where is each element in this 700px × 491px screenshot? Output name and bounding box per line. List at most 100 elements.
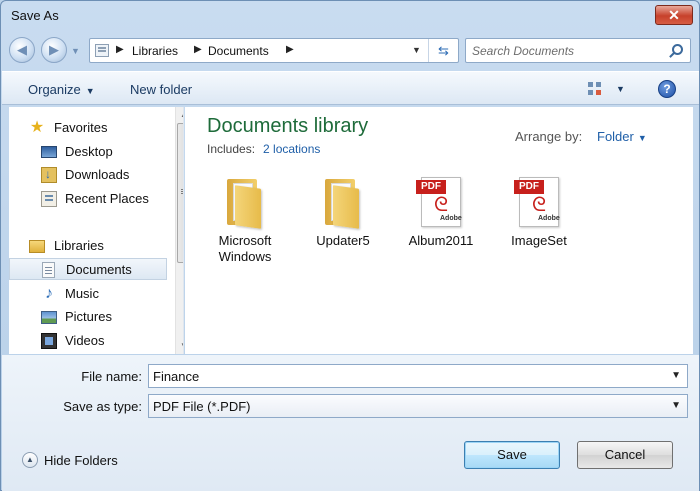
- save-form: File name: ▼ Save as type: PDF File (*.P…: [2, 355, 699, 491]
- includes-label: Includes:: [207, 142, 256, 156]
- file-item-label: Updater5: [316, 233, 370, 248]
- file-name-label: File name:: [81, 369, 142, 384]
- breadcrumb-documents[interactable]: Documents: [208, 44, 269, 58]
- nav-documents-label: Documents: [66, 262, 132, 277]
- scroll-down-icon[interactable]: ▼: [176, 338, 183, 354]
- cancel-button[interactable]: Cancel: [577, 441, 673, 469]
- location-icon: [95, 44, 109, 57]
- view-options-dropdown-icon[interactable]: ▼: [616, 84, 625, 94]
- navigation-pane: ★ Favorites Desktop Downloads Recent Pla…: [9, 107, 184, 354]
- music-icon: ♪: [45, 285, 53, 302]
- nav-downloads[interactable]: Downloads: [9, 164, 167, 186]
- nav-favorites-label: Favorites: [54, 120, 108, 135]
- nav-documents[interactable]: Documents: [9, 258, 167, 280]
- folder-icon: [227, 179, 263, 229]
- nav-libraries[interactable]: Libraries: [9, 235, 167, 257]
- address-row: ◀ ▶ ▼ ▶ Libraries ▶ Documents ▶ ▼ ⇆: [1, 33, 699, 67]
- change-view-icon[interactable]: [588, 82, 602, 96]
- save-button[interactable]: Save: [464, 441, 560, 469]
- adobe-logo-icon: ᘓ: [433, 194, 449, 216]
- file-item[interactable]: PDF ᘓ Adobe Album2011: [399, 177, 483, 277]
- file-item[interactable]: Microsoft Windows: [203, 177, 287, 277]
- folder-icon: [325, 179, 361, 229]
- arrange-by-dropdown[interactable]: Folder ▼: [597, 129, 647, 144]
- desktop-icon: [41, 146, 57, 158]
- file-item[interactable]: PDF ᘓ Adobe ImageSet: [497, 177, 581, 277]
- search-icon[interactable]: [672, 44, 683, 55]
- chevron-down-icon: ▼: [671, 400, 681, 411]
- documents-icon: [42, 262, 55, 278]
- nav-favorites[interactable]: ★ Favorites: [9, 117, 167, 139]
- nav-recent-places-label: Recent Places: [65, 191, 149, 206]
- search-box[interactable]: [465, 38, 691, 63]
- nav-pictures[interactable]: Pictures: [9, 306, 167, 328]
- chevron-down-icon: ▼: [637, 133, 647, 143]
- recent-locations-dropdown-icon[interactable]: ▼: [71, 46, 80, 56]
- file-name-input[interactable]: [153, 368, 653, 385]
- back-arrow-icon: ◀: [17, 42, 27, 57]
- file-list-pane: Documents library Includes: 2 locations A…: [185, 107, 693, 354]
- nav-videos[interactable]: Videos: [9, 330, 167, 352]
- save-as-type-label: Save as type:: [63, 399, 142, 414]
- nav-desktop[interactable]: Desktop: [9, 141, 167, 163]
- title-bar: Save As ✕: [1, 1, 699, 31]
- save-as-type-select[interactable]: PDF File (*.PDF) ▼: [148, 394, 688, 418]
- pdf-icon: PDF ᘓ Adobe: [416, 177, 462, 227]
- breadcrumb-chevron-icon[interactable]: ▶: [286, 44, 294, 55]
- nav-downloads-label: Downloads: [65, 167, 130, 182]
- arrange-by-value: Folder: [597, 129, 634, 144]
- locations-link[interactable]: 2 locations: [263, 142, 320, 156]
- address-bar[interactable]: ▶ Libraries ▶ Documents ▶ ▼ ⇆: [89, 38, 459, 63]
- scroll-thumb[interactable]: [177, 123, 183, 263]
- pdf-icon: PDF ᘓ Adobe: [514, 177, 560, 227]
- pdf-tag: PDF: [416, 180, 446, 194]
- help-icon[interactable]: ?: [658, 80, 676, 98]
- close-button[interactable]: ✕: [655, 5, 693, 25]
- pdf-tag: PDF: [514, 180, 544, 194]
- breadcrumb-chevron-icon[interactable]: ▶: [116, 44, 124, 55]
- downloads-icon: [41, 167, 57, 183]
- arrange-by-label: Arrange by:: [515, 129, 583, 144]
- breadcrumb-chevron-icon[interactable]: ▶: [194, 44, 202, 55]
- nav-music-label: Music: [65, 286, 99, 301]
- libraries-icon: [29, 240, 45, 253]
- nav-desktop-label: Desktop: [65, 144, 113, 159]
- nav-pictures-label: Pictures: [65, 309, 112, 324]
- file-item-label: Album2011: [408, 233, 474, 248]
- nav-recent-places[interactable]: Recent Places: [9, 188, 167, 210]
- recent-places-icon: [41, 191, 57, 207]
- save-as-dialog: Save As ✕ ◀ ▶ ▼ ▶ Libraries ▶ Documents …: [0, 0, 700, 491]
- refresh-icon[interactable]: ⇆: [428, 39, 458, 62]
- star-icon: ★: [29, 119, 45, 136]
- collapse-up-icon: ▲: [22, 452, 38, 468]
- chevron-down-icon: ▼: [85, 86, 95, 96]
- save-as-type-value: PDF File (*.PDF): [153, 399, 251, 414]
- scroll-up-icon[interactable]: ▲: [176, 107, 183, 123]
- library-includes: Includes: 2 locations: [207, 142, 320, 156]
- nav-music[interactable]: ♪ Music: [9, 283, 167, 305]
- file-name-combo[interactable]: ▼: [148, 364, 688, 388]
- search-input[interactable]: [472, 42, 662, 59]
- organize-label: Organize: [28, 82, 81, 97]
- file-item-label: ImageSet: [511, 233, 567, 248]
- organize-menu[interactable]: Organize ▼: [28, 82, 95, 97]
- address-dropdown-icon[interactable]: ▼: [412, 45, 421, 55]
- breadcrumb-libraries[interactable]: Libraries: [132, 44, 178, 58]
- pdf-brand: Adobe: [440, 215, 462, 222]
- file-item-label: Microsoft Windows: [218, 233, 272, 264]
- nav-scrollbar[interactable]: ▲ ▼: [175, 107, 183, 354]
- new-folder-button[interactable]: New folder: [130, 82, 192, 97]
- chevron-down-icon[interactable]: ▼: [671, 370, 681, 381]
- pictures-icon: [41, 311, 57, 324]
- back-button[interactable]: ◀: [9, 37, 35, 63]
- dialog-title: Save As: [11, 8, 59, 23]
- command-toolbar: Organize ▼ New folder ▼ ?: [2, 71, 699, 105]
- library-title: Documents library: [207, 115, 369, 137]
- nav-libraries-label: Libraries: [54, 238, 104, 253]
- grip-icon: [181, 189, 183, 190]
- videos-icon: [41, 333, 57, 349]
- forward-arrow-icon: ▶: [49, 42, 59, 57]
- pdf-brand: Adobe: [538, 215, 560, 222]
- forward-button[interactable]: ▶: [41, 37, 67, 63]
- file-item[interactable]: Updater5: [301, 177, 385, 277]
